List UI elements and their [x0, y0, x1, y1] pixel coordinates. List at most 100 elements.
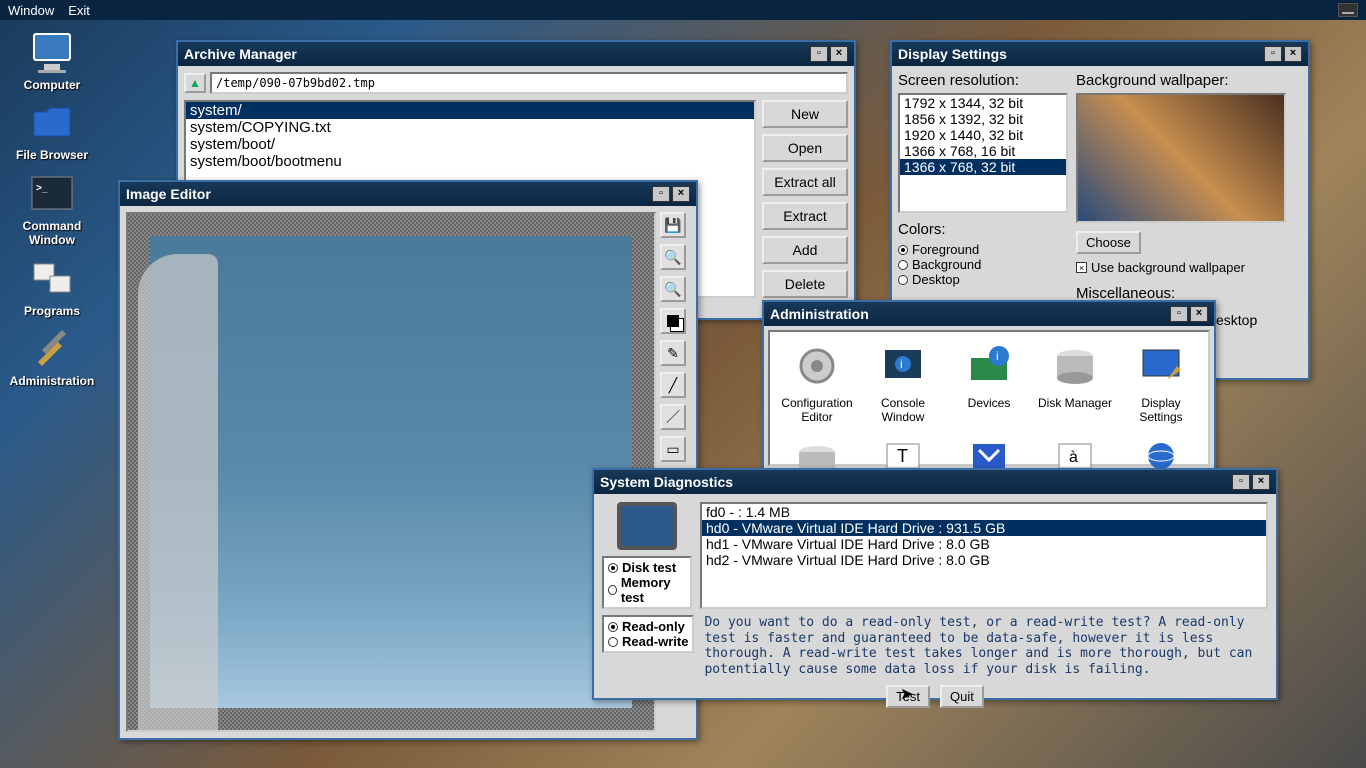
color-foreground-radio[interactable]: Foreground: [898, 242, 1068, 257]
list-item[interactable]: hd0 - VMware Virtual IDE Hard Drive : 93…: [702, 520, 1266, 536]
minimize-icon[interactable]: [1338, 3, 1358, 17]
desktop-icon-programs[interactable]: Programs: [8, 254, 96, 318]
close-icon[interactable]: ×: [1190, 306, 1208, 322]
read-only-radio[interactable]: Read-only: [608, 619, 688, 634]
image-canvas[interactable]: [126, 212, 656, 732]
zoom-out-icon[interactable]: 🔍: [660, 276, 686, 302]
choose-button[interactable]: Choose: [1076, 231, 1141, 254]
delete-button[interactable]: Delete: [762, 270, 848, 298]
extract-button[interactable]: Extract: [762, 202, 848, 230]
svg-text:à: à: [1069, 449, 1078, 466]
menu-window[interactable]: Window: [8, 3, 54, 18]
devices-icon: i: [961, 338, 1017, 394]
close-icon[interactable]: ×: [672, 186, 690, 202]
wallpaper-label: Background wallpaper:: [1076, 72, 1302, 89]
display-icon: [1133, 338, 1189, 394]
folder-icon: [28, 98, 76, 146]
list-item[interactable]: hd1 - VMware Virtual IDE Hard Drive : 8.…: [702, 536, 1266, 552]
monitor-icon: [617, 502, 677, 550]
svg-text:i: i: [900, 357, 903, 371]
admin-item-display-settings[interactable]: Display Settings: [1120, 338, 1202, 424]
svg-text:>_: >_: [36, 183, 48, 194]
list-item[interactable]: system/boot/bootmenu: [186, 153, 754, 170]
list-item[interactable]: 1856 x 1392, 32 bit: [900, 111, 1066, 127]
save-tool-icon[interactable]: 💾: [660, 212, 686, 238]
list-item[interactable]: 1366 x 768, 32 bit: [900, 159, 1066, 175]
tools-icon: [28, 324, 76, 372]
computer-icon: [28, 28, 76, 76]
disk-icon: [1047, 338, 1103, 394]
wallpaper-preview: [1076, 93, 1286, 223]
desktop-label: Command Window: [23, 219, 82, 248]
window-title: Display Settings: [898, 46, 1007, 62]
list-item[interactable]: fd0 - : 1.4 MB: [702, 504, 1266, 520]
admin-item-config-editor[interactable]: Configuration Editor: [776, 338, 858, 424]
description-text: Do you want to do a read-only test, or a…: [704, 615, 1268, 677]
quit-button[interactable]: Quit: [940, 685, 984, 708]
titlebar[interactable]: Display Settings ▫×: [892, 42, 1308, 66]
titlebar[interactable]: Archive Manager ▫ ×: [178, 42, 854, 66]
add-button[interactable]: Add: [762, 236, 848, 264]
memory-test-radio[interactable]: Memory test: [608, 575, 686, 605]
checkbox-icon: ×: [1076, 262, 1087, 273]
test-button[interactable]: Test: [886, 685, 930, 708]
color-background-radio[interactable]: Background: [898, 257, 1068, 272]
console-icon: i: [875, 338, 931, 394]
color-desktop-radio[interactable]: Desktop: [898, 272, 1068, 287]
restore-icon[interactable]: ▫: [810, 46, 828, 62]
eyedropper-icon[interactable]: ✎: [660, 340, 686, 366]
window-title: Archive Manager: [184, 46, 297, 62]
zoom-in-icon[interactable]: 🔍: [660, 244, 686, 270]
list-item[interactable]: system/COPYING.txt: [186, 119, 754, 136]
close-icon[interactable]: ×: [1284, 46, 1302, 62]
resolution-list[interactable]: 1792 x 1344, 32 bit 1856 x 1392, 32 bit …: [898, 93, 1068, 213]
color-swatch-icon[interactable]: [660, 308, 686, 334]
path-input[interactable]: [210, 72, 848, 94]
list-item[interactable]: 1920 x 1440, 32 bit: [900, 127, 1066, 143]
close-icon[interactable]: ×: [830, 46, 848, 62]
list-item[interactable]: system/: [186, 102, 754, 119]
radio-icon: [608, 563, 618, 573]
pencil-icon[interactable]: ╱: [660, 372, 686, 398]
titlebar[interactable]: Administration ▫×: [764, 302, 1214, 326]
administration-window: Administration ▫× Configuration Editor i…: [762, 300, 1216, 472]
admin-item-console[interactable]: iConsole Window: [862, 338, 944, 424]
titlebar[interactable]: Image Editor ▫×: [120, 182, 696, 206]
desktop-icon-computer[interactable]: Computer: [8, 28, 96, 92]
drive-list[interactable]: fd0 - : 1.4 MB hd0 - VMware Virtual IDE …: [700, 502, 1268, 609]
desktop-icon-administration[interactable]: Administration: [8, 324, 96, 388]
disk-test-radio[interactable]: Disk test: [608, 560, 686, 575]
restore-icon[interactable]: ▫: [1232, 474, 1250, 490]
admin-item-disk-manager[interactable]: Disk Manager: [1034, 338, 1116, 424]
line-icon[interactable]: ／: [660, 404, 686, 430]
list-item[interactable]: hd2 - VMware Virtual IDE Hard Drive : 8.…: [702, 552, 1266, 568]
open-button[interactable]: Open: [762, 134, 848, 162]
system-diagnostics-window: System Diagnostics ▫× Disk test Memory t…: [592, 468, 1278, 700]
restore-icon[interactable]: ▫: [652, 186, 670, 202]
new-button[interactable]: New: [762, 100, 848, 128]
colors-label: Colors:: [898, 221, 1068, 238]
restore-icon[interactable]: ▫: [1170, 306, 1188, 322]
desktop-icon-command-window[interactable]: >_ Command Window: [8, 169, 96, 248]
rect-icon[interactable]: ▭: [660, 436, 686, 462]
read-write-radio[interactable]: Read-write: [608, 634, 688, 649]
radio-icon: [608, 637, 618, 647]
titlebar[interactable]: System Diagnostics ▫×: [594, 470, 1276, 494]
list-item[interactable]: system/boot/: [186, 136, 754, 153]
radio-icon: [898, 260, 908, 270]
svg-text:i: i: [996, 349, 999, 363]
list-item[interactable]: 1366 x 768, 16 bit: [900, 143, 1066, 159]
desktop-icon-file-browser[interactable]: File Browser: [8, 98, 96, 162]
menu-exit[interactable]: Exit: [68, 3, 90, 18]
list-item[interactable]: 1792 x 1344, 32 bit: [900, 95, 1066, 111]
menubar: Window Exit: [0, 0, 1366, 20]
window-title: System Diagnostics: [600, 474, 733, 490]
window-title: Administration: [770, 306, 869, 322]
extract-all-button[interactable]: Extract all: [762, 168, 848, 196]
admin-item-devices[interactable]: iDevices: [948, 338, 1030, 424]
gear-icon: [789, 338, 845, 394]
up-button[interactable]: ▲: [184, 73, 206, 93]
close-icon[interactable]: ×: [1252, 474, 1270, 490]
restore-icon[interactable]: ▫: [1264, 46, 1282, 62]
use-wallpaper-checkbox[interactable]: ×Use background wallpaper: [1076, 260, 1302, 275]
